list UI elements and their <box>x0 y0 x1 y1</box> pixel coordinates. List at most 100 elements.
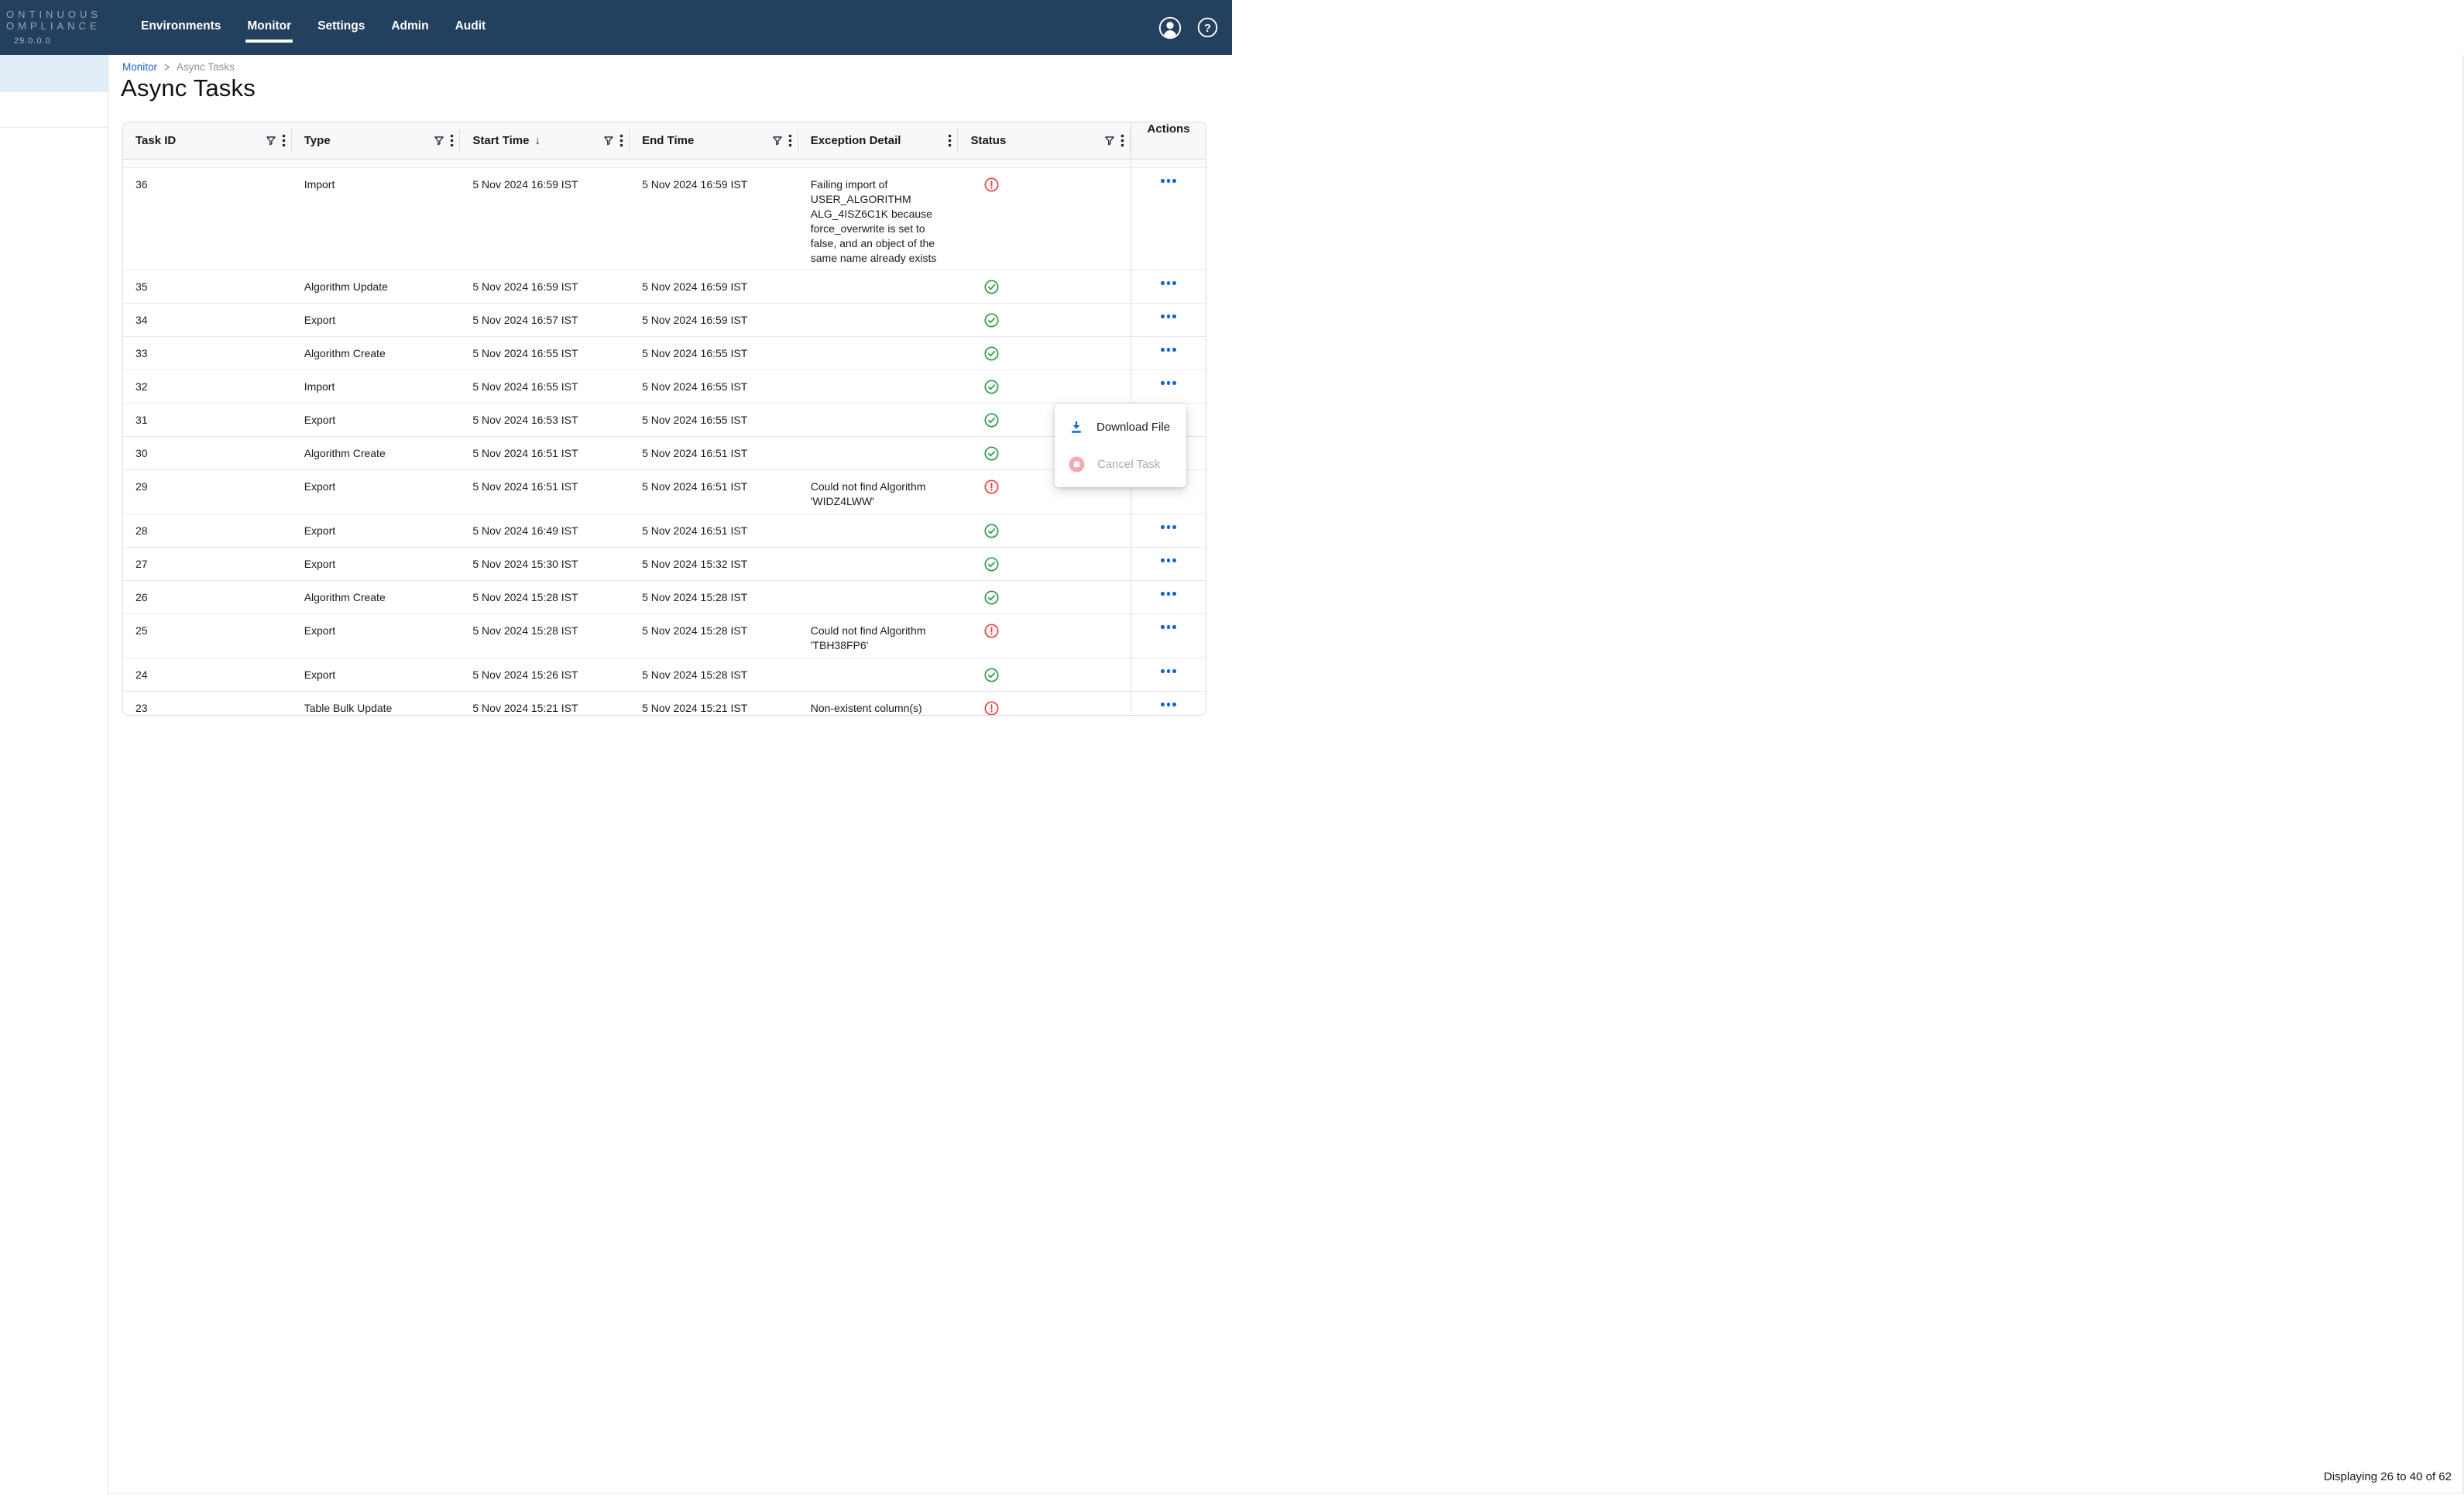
status-error-icon <box>958 692 1131 716</box>
table-row-task-35: 35Algorithm Update5 Nov 2024 16:59 IST5 … <box>123 270 1206 304</box>
column-menu-icon-end_time[interactable] <box>788 134 792 147</box>
table-row-task-36: 36Import5 Nov 2024 16:59 IST5 Nov 2024 1… <box>123 168 1206 270</box>
cell-task-id: 27 <box>123 548 292 580</box>
svg-text:?: ? <box>1204 22 1211 35</box>
status-success-icon <box>958 548 1131 580</box>
table-row-task-24: 24Export5 Nov 2024 15:26 IST5 Nov 2024 1… <box>123 658 1206 692</box>
sort-desc-icon[interactable]: ↓ <box>534 134 541 147</box>
status-success-icon <box>958 270 1131 303</box>
cell-start-time: 5 Nov 2024 16:59 IST <box>460 168 630 270</box>
cell-task-id: 30 <box>123 437 292 469</box>
cell-start-time: 5 Nov 2024 16:49 IST <box>460 514 630 547</box>
cell-actions <box>1131 168 1206 270</box>
filter-icon-start_time[interactable] <box>603 135 614 146</box>
row-actions-button[interactable] <box>1161 625 1176 629</box>
table-row-task-28: 28Export5 Nov 2024 16:49 IST5 Nov 2024 1… <box>123 514 1206 548</box>
nav-item-admin[interactable]: Admin <box>391 12 428 44</box>
row-actions-button[interactable] <box>1161 558 1176 562</box>
column-label-exception_detail[interactable]: Exception Detail <box>811 134 901 147</box>
cell-task-id: 25 <box>123 614 292 658</box>
cell-exception-detail: Could not find Algorithm 'WIDZ4LWW' <box>798 470 959 514</box>
nav-right: ? <box>1158 16 1218 40</box>
cell-end-time: 5 Nov 2024 16:55 IST <box>630 370 798 403</box>
cell-type: Algorithm Create <box>292 581 461 613</box>
column-menu-icon-task_id[interactable] <box>282 134 286 147</box>
row-actions-button[interactable] <box>1161 348 1176 352</box>
column-menu-icon-status[interactable] <box>1120 134 1124 147</box>
user-avatar-icon[interactable] <box>1158 16 1182 40</box>
cell-exception-detail <box>798 270 959 303</box>
column-menu-icon-type[interactable] <box>450 134 454 147</box>
sidebar-item[interactable] <box>0 91 108 128</box>
nav-item-monitor[interactable]: Monitor <box>247 12 291 44</box>
table-row-task-26: 26Algorithm Create5 Nov 2024 15:28 IST5 … <box>123 581 1206 614</box>
cell-end-time: 5 Nov 2024 15:32 IST <box>630 548 798 580</box>
filter-icon-task_id[interactable] <box>266 135 276 146</box>
column-menu-icon-exception_detail[interactable] <box>948 134 952 147</box>
cell-actions <box>1131 270 1206 303</box>
column-label-actions[interactable]: Actions <box>1148 122 1190 136</box>
column-menu-icon-start_time[interactable] <box>619 134 623 147</box>
menu-item-cancel-task[interactable]: Cancel Task <box>1055 445 1186 483</box>
status-success-icon <box>958 514 1131 547</box>
column-label-task_id[interactable]: Task ID <box>136 134 176 147</box>
status-success-icon <box>958 337 1131 369</box>
row-actions-button[interactable] <box>1161 314 1176 318</box>
cell-start-time: 5 Nov 2024 16:53 IST <box>460 404 630 436</box>
table-row-task-34: 34Export5 Nov 2024 16:57 IST5 Nov 2024 1… <box>123 304 1206 337</box>
cell-start-time: 5 Nov 2024 16:51 IST <box>460 470 630 514</box>
cell-start-time: 5 Nov 2024 15:28 IST <box>460 581 630 613</box>
row-actions-button[interactable] <box>1161 592 1176 596</box>
nav-item-settings[interactable]: Settings <box>317 12 365 44</box>
column-label-status[interactable]: Status <box>970 134 1006 147</box>
filter-icon-status[interactable] <box>1104 135 1115 146</box>
app-logo-line2: OMPLIANCE <box>6 21 130 33</box>
filter-icon-type[interactable] <box>434 135 444 146</box>
download-icon <box>1069 419 1084 435</box>
table-row-partial <box>123 160 1206 168</box>
table-row-task-23: 23Table Bulk Update5 Nov 2024 15:21 IST5… <box>123 692 1206 716</box>
app-version: 29.0.0.0 <box>14 36 130 46</box>
cell-end-time: 5 Nov 2024 16:55 IST <box>630 404 798 436</box>
menu-item-label: Cancel Task <box>1097 458 1160 471</box>
cell-start-time: 5 Nov 2024 15:21 IST <box>460 692 630 716</box>
cell-type: Export <box>292 470 461 514</box>
nav-item-environments[interactable]: Environments <box>141 12 221 44</box>
cell-end-time: 5 Nov 2024 16:59 IST <box>630 168 798 270</box>
row-actions-button[interactable] <box>1161 281 1176 285</box>
cell-exception-detail <box>798 337 959 369</box>
status-error-icon <box>958 614 1131 658</box>
row-actions-button[interactable] <box>1161 525 1176 529</box>
cell-end-time: 5 Nov 2024 15:28 IST <box>630 658 798 691</box>
column-header-status: Status <box>958 122 1131 159</box>
column-label-start_time[interactable]: Start Time <box>472 134 529 147</box>
cell-exception-detail <box>798 548 959 580</box>
sidebar-item-selected[interactable] <box>0 55 108 91</box>
nav-item-audit[interactable]: Audit <box>455 12 486 44</box>
row-actions-button[interactable] <box>1161 381 1176 385</box>
row-actions-button[interactable] <box>1161 669 1176 673</box>
row-actions-button[interactable] <box>1161 703 1176 706</box>
table-body: 36Import5 Nov 2024 16:59 IST5 Nov 2024 1… <box>123 160 1206 716</box>
column-label-end_time[interactable]: End Time <box>642 134 694 147</box>
status-success-icon <box>958 658 1131 691</box>
cell-type: Algorithm Create <box>292 337 461 369</box>
sidebar <box>0 55 108 1495</box>
menu-item-download-file[interactable]: Download File <box>1055 408 1186 445</box>
breadcrumb-link-monitor[interactable]: Monitor <box>122 61 157 73</box>
status-success-icon <box>958 304 1131 336</box>
cell-end-time: 5 Nov 2024 16:59 IST <box>630 270 798 303</box>
stop-icon <box>1069 456 1085 473</box>
column-label-type[interactable]: Type <box>304 134 331 147</box>
help-icon[interactable]: ? <box>1197 17 1218 38</box>
column-header-type: Type <box>292 122 461 159</box>
cell-type: Algorithm Update <box>292 270 461 303</box>
row-actions-button[interactable] <box>1161 179 1176 183</box>
cell-type: Export <box>292 658 461 691</box>
table-row-task-31: 31Export5 Nov 2024 16:53 IST5 Nov 2024 1… <box>123 404 1206 437</box>
table-row-task-30: 30Algorithm Create5 Nov 2024 16:51 IST5 … <box>123 437 1206 470</box>
main-nav: Environments Monitor Settings Admin Audit <box>141 12 486 44</box>
table-row-task-32: 32Import5 Nov 2024 16:55 IST5 Nov 2024 1… <box>123 370 1206 404</box>
column-header-actions: Actions <box>1131 122 1206 159</box>
filter-icon-end_time[interactable] <box>772 135 783 146</box>
